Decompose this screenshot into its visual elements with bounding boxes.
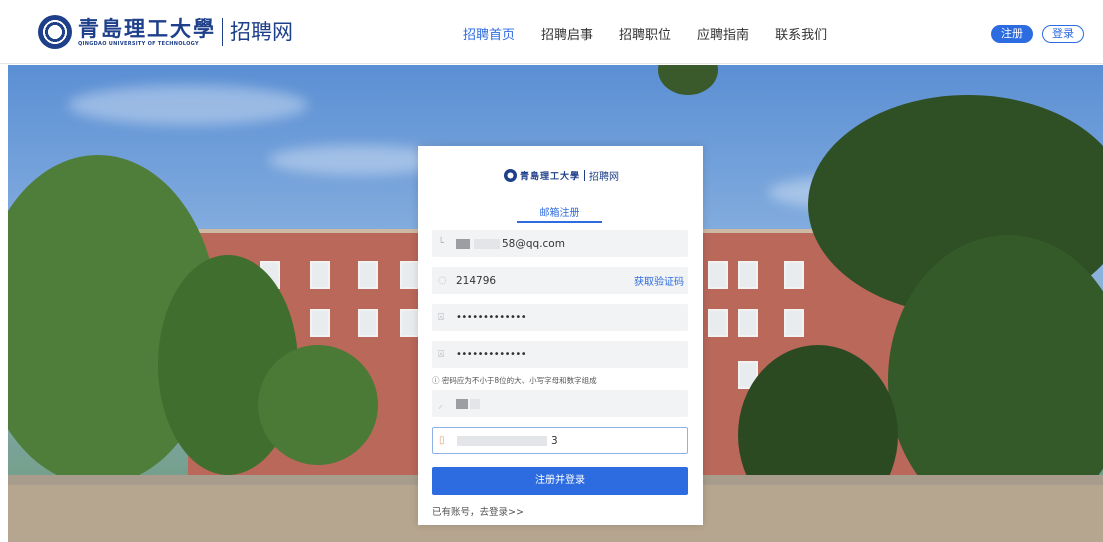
redacted-block xyxy=(456,238,470,249)
tree xyxy=(658,65,718,95)
window xyxy=(310,261,330,289)
window xyxy=(738,309,758,337)
password-field[interactable]: ⍓ ••••••••••••• xyxy=(432,304,688,331)
lock-icon: ⍓ xyxy=(438,312,444,323)
login-button[interactable]: 登录 xyxy=(1042,25,1084,43)
card-site-name: 招聘网 xyxy=(589,172,620,183)
redacted-block xyxy=(470,398,480,409)
nav-home[interactable]: 招聘首页 xyxy=(463,24,515,43)
card-logo-name: 青島理工大學 xyxy=(520,172,581,182)
main-nav: 招聘首页 招聘启事 招聘职位 应聘指南 联系我们 xyxy=(463,24,853,43)
university-logo[interactable]: 青島理工大學 QINGDAO UNIVERSITY OF TECHNOLOGY … xyxy=(38,14,293,50)
id-number-suffix: 3 xyxy=(551,434,558,447)
go-to-login-link[interactable]: 已有账号，去登录>> xyxy=(432,504,524,518)
redacted-block xyxy=(456,398,468,409)
nav-announcements[interactable]: 招聘启事 xyxy=(541,24,593,43)
confirm-password-value: ••••••••••••• xyxy=(456,349,527,360)
id-card-icon: ▯ xyxy=(439,435,445,446)
window xyxy=(708,261,728,289)
site-name: 招聘网 xyxy=(230,20,293,44)
logo-english-name: QINGDAO UNIVERSITY OF TECHNOLOGY xyxy=(78,40,199,47)
redacted-block xyxy=(474,238,500,249)
nav-positions[interactable]: 招聘职位 xyxy=(619,24,671,43)
lock-icon: ⍓ xyxy=(438,349,444,360)
verification-code-field[interactable]: ◌ 214796 获取验证码 xyxy=(432,267,688,294)
cloud xyxy=(68,85,308,125)
info-circle-icon: ⓘ xyxy=(432,376,440,385)
university-seal-icon xyxy=(504,169,517,182)
window xyxy=(400,309,420,337)
tab-active-indicator xyxy=(517,221,602,223)
id-number-field[interactable]: ▯ 3 xyxy=(432,427,688,454)
nav-contact[interactable]: 联系我们 xyxy=(775,24,827,43)
window xyxy=(358,261,378,289)
logo-divider xyxy=(222,18,223,46)
user-icon: ⸝ xyxy=(438,399,443,411)
register-card: 青島理工大學 招聘网 邮箱注册 └ 58@qq.com ◌ 214796 获取验… xyxy=(418,146,703,525)
email-field[interactable]: └ 58@qq.com xyxy=(432,230,688,257)
window xyxy=(738,261,758,289)
password-hint: ⓘ 密码应为不小于8位的大、小写字母和数字组成 xyxy=(432,376,597,385)
password-value: ••••••••••••• xyxy=(456,312,527,323)
university-seal-icon xyxy=(38,15,72,49)
window xyxy=(784,309,804,337)
window xyxy=(310,309,330,337)
logo-chinese-name: 青島理工大學 xyxy=(78,15,216,41)
window xyxy=(784,261,804,289)
redacted-block xyxy=(457,435,547,446)
verification-code-value: 214796 xyxy=(456,274,497,287)
card-logo: 青島理工大學 招聘网 xyxy=(504,168,619,183)
tree xyxy=(258,345,378,465)
email-value: 58@qq.com xyxy=(502,237,565,250)
confirm-password-field[interactable]: ⍓ ••••••••••••• xyxy=(432,341,688,368)
get-code-button[interactable]: 获取验证码 xyxy=(634,273,684,288)
nav-guide[interactable]: 应聘指南 xyxy=(697,24,749,43)
window xyxy=(400,261,420,289)
card-logo-divider xyxy=(584,170,586,181)
top-header: 青島理工大學 QINGDAO UNIVERSITY OF TECHNOLOGY … xyxy=(0,0,1103,64)
register-and-login-button[interactable]: 注册并登录 xyxy=(432,467,688,495)
tab-email-register[interactable]: 邮箱注册 xyxy=(517,204,602,219)
name-field[interactable]: ⸝ xyxy=(432,390,688,417)
window xyxy=(708,309,728,337)
user-icon: └ xyxy=(438,238,445,249)
shield-icon: ◌ xyxy=(438,275,447,286)
window xyxy=(358,309,378,337)
register-button[interactable]: 注册 xyxy=(991,25,1033,43)
